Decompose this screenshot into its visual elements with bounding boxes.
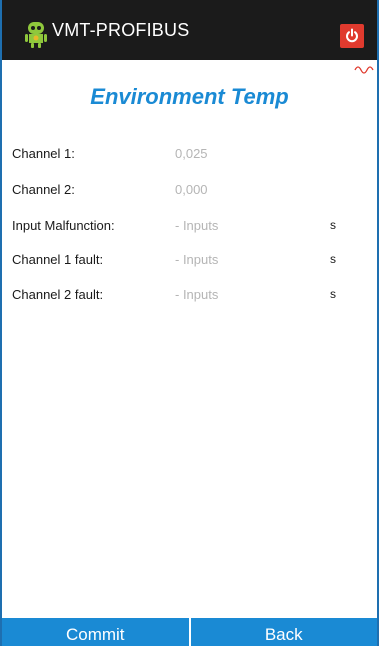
input-malfunction-row: Input Malfunction: - Inputs s <box>12 218 372 238</box>
row-label: Channel 1 fault: <box>12 252 104 267</box>
row-value: - Inputs <box>175 287 219 302</box>
title-bar: VMT-PROFIBUS <box>2 0 377 60</box>
row-value: - Inputs <box>175 252 219 267</box>
commit-button[interactable]: Commit <box>2 618 189 646</box>
row-unit: s <box>330 287 336 301</box>
wave-icon <box>354 66 374 74</box>
channel-1-row: Channel 1: 0,025 <box>12 146 372 166</box>
channel-2-fault-row: Channel 2 fault: - Inputs s <box>12 287 372 307</box>
back-button[interactable]: Back <box>188 618 377 646</box>
row-value: 0,000 <box>175 182 208 197</box>
row-label: Input Malfunction: <box>12 218 115 233</box>
page-title: Environment Temp <box>90 84 289 109</box>
app-screen: VMT-PROFIBUS Environment Temp Channel 1:… <box>0 0 379 646</box>
power-icon <box>346 28 358 43</box>
row-label: Channel 2 fault: <box>12 287 104 302</box>
bottom-button-bar: Commit Back <box>2 618 377 646</box>
row-unit: s <box>330 218 336 232</box>
row-label: Channel 1: <box>12 146 75 161</box>
channel-2-row: Channel 2: 0,000 <box>12 182 372 202</box>
row-value: - Inputs <box>175 218 219 233</box>
row-label: Channel 2: <box>12 182 75 197</box>
power-button[interactable] <box>340 24 364 48</box>
app-title: VMT-PROFIBUS <box>52 20 190 40</box>
row-unit: s <box>330 252 336 266</box>
row-value: 0,025 <box>175 146 208 161</box>
android-robot-icon <box>25 22 47 48</box>
channel-1-fault-row: Channel 1 fault: - Inputs s <box>12 252 372 272</box>
